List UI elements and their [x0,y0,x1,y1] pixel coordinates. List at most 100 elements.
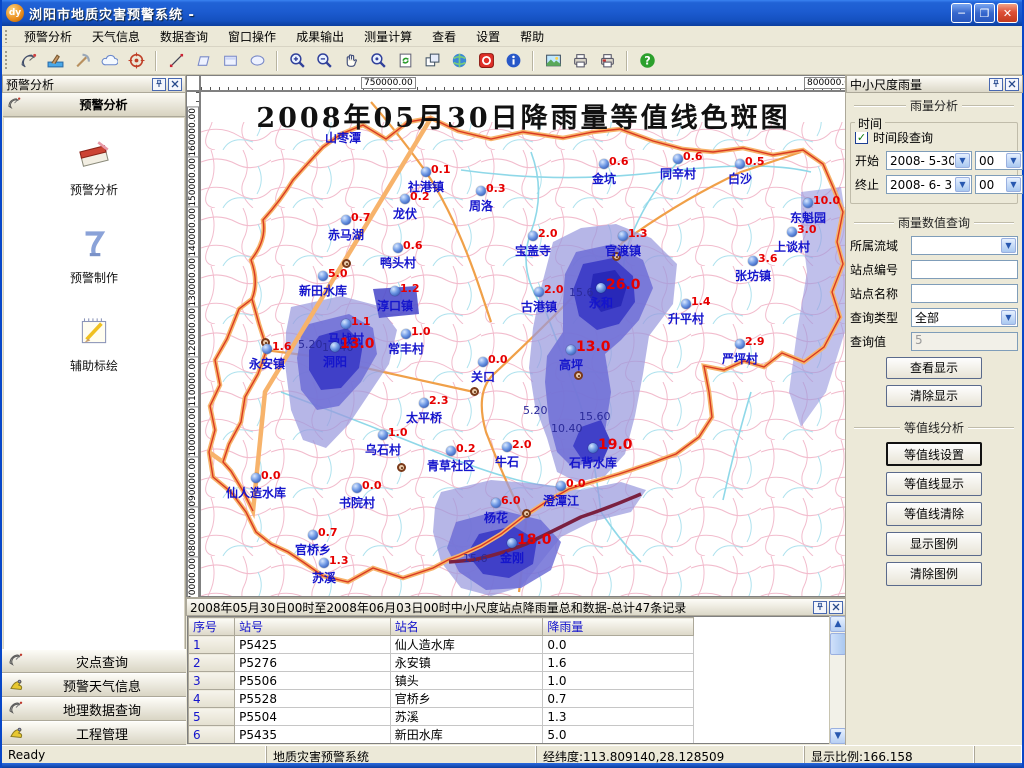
chevron-down-icon[interactable]: ▼ [1001,238,1016,253]
start-date-picker[interactable]: 2008- 5-30 ▼ [886,151,972,170]
cascade-icon[interactable] [420,49,444,73]
table-row[interactable]: 6P5435新田水库5.0 [189,726,694,744]
scroll-thumb[interactable] [830,633,846,655]
zoom-window-icon[interactable] [366,49,390,73]
help-icon[interactable]: ? [635,49,659,73]
resize-grip[interactable] [975,746,1022,763]
pick-icon[interactable] [70,49,94,73]
start-hour-select[interactable]: 00 ▼ [975,151,1023,170]
menu-item-成果输出[interactable]: 成果输出 [286,26,354,47]
sidebar-bar-label: 工程管理 [24,724,180,743]
polygon-tool-icon[interactable] [191,49,215,73]
button-等值线显示[interactable]: 等值线显示 [886,472,982,496]
close-button[interactable]: ✕ [997,3,1018,23]
restore-button[interactable]: ❐ [974,3,995,23]
table-row[interactable]: 4P5528官桥乡0.7 [189,690,694,708]
info-icon[interactable] [501,49,525,73]
globe-icon[interactable] [447,49,471,73]
left-panel-header[interactable]: 预警分析 [3,93,185,117]
chevron-down-icon[interactable]: ▼ [1006,177,1021,192]
站点编号-input[interactable] [911,260,1018,279]
menu-item-查看[interactable]: 查看 [422,26,466,47]
pan-hand-icon[interactable] [339,49,363,73]
map-canvas[interactable]: 2008年05月30日降雨量等值线色斑图 5.2010.4015.65.2015… [200,91,847,597]
站点名称-input[interactable] [911,284,1018,303]
minimize-button[interactable]: ─ [951,3,972,23]
table-row[interactable]: 3P5506镇头1.0 [189,672,694,690]
button-等值线设置[interactable]: 等值线设置 [886,442,982,466]
menu-item-设置[interactable]: 设置 [466,26,510,47]
column-header-站号[interactable]: 站号 [235,618,391,636]
menu-item-天气信息[interactable]: 天气信息 [82,26,150,47]
menu-item-窗口操作[interactable]: 窗口操作 [218,26,286,47]
menu-item-预警分析[interactable]: 预警分析 [14,26,82,47]
time-range-checkbox[interactable]: ✓ [855,131,868,144]
sidebar-bar-工程管理[interactable]: 工程管理 [2,721,186,745]
water-tool-icon[interactable] [43,49,67,73]
zoom-out-icon[interactable] [312,49,336,73]
zoom-in-icon[interactable] [285,49,309,73]
column-header-序号[interactable]: 序号 [189,618,235,636]
cloud-icon[interactable] [97,49,121,73]
chevron-down-icon[interactable]: ▼ [955,153,970,168]
scroll-up-icon[interactable]: ▲ [830,616,846,632]
menu-grip[interactable] [4,29,9,43]
sidebar-bar-地理数据查询[interactable]: 地理数据查询 [2,697,186,721]
table-row[interactable]: 2P5276永安镇1.6 [189,654,694,672]
station-name-label: 仙人造水库 [211,484,301,501]
sidebar-item-label: 预警制作 [70,269,118,286]
scroll-down-icon[interactable]: ▼ [830,728,846,744]
station-rainfall-value: 3.6 [758,252,778,265]
line-tool-icon[interactable] [164,49,188,73]
button-清除显示[interactable]: 清除显示 [886,385,982,407]
pin-icon[interactable] [152,78,166,91]
button-清除图例[interactable]: 清除图例 [886,562,982,586]
sidebar-item-预警分析[interactable]: 预警分析 [70,136,118,198]
chevron-down-icon[interactable]: ▼ [1001,310,1016,325]
field-label: 站点编号 [850,261,908,278]
title-bar[interactable]: dy 浏阳市地质灾害预警系统 - ─ ❐ ✕ [2,0,1022,26]
button-等值线清除[interactable]: 等值线清除 [886,502,982,526]
sidebar-bar-预警天气信息[interactable]: 预警天气信息 [2,673,186,697]
toolbar: ? [2,47,1022,75]
chevron-down-icon[interactable]: ▼ [955,177,970,192]
dish-icon[interactable] [16,49,40,73]
column-header-站名[interactable]: 站名 [390,618,543,636]
rect-tool-icon[interactable] [218,49,242,73]
sidebar-item-辅助标绘[interactable]: 辅助标绘 [70,312,118,374]
menu-item-数据查询[interactable]: 数据查询 [150,26,218,47]
button-查看显示[interactable]: 查看显示 [886,357,982,379]
table-row[interactable]: 1P5425仙人造水库0.0 [189,636,694,654]
column-header-降雨量[interactable]: 降雨量 [543,618,694,636]
stop-icon[interactable] [474,49,498,73]
sidebar-item-预警制作[interactable]: 预警制作 [70,224,118,286]
menu-item-测量计算[interactable]: 测量计算 [354,26,422,47]
menu-item-帮助[interactable]: 帮助 [510,26,554,47]
table-row[interactable]: 5P5504苏溪1.3 [189,708,694,726]
chevron-down-icon[interactable]: ▼ [1006,153,1021,168]
station-rainfall-value: 0.7 [318,526,338,539]
所属流域-select[interactable]: ▼ [911,236,1018,255]
pin-icon[interactable] [989,78,1003,91]
close-icon[interactable] [829,601,843,614]
section-rain-analysis: 雨量分析 [850,97,1018,114]
close-icon[interactable] [168,78,182,91]
close-icon[interactable] [1005,78,1019,91]
table-row[interactable]: 7P5310洞阳13.0 [189,744,694,745]
end-date-picker[interactable]: 2008- 6- 3 ▼ [886,175,972,194]
rainfall-table[interactable]: 序号站号站名降雨量 1P5425仙人造水库0.02P5276永安镇1.63P55… [187,616,846,744]
end-hour-select[interactable]: 00 ▼ [975,175,1023,194]
image-icon[interactable] [541,49,565,73]
refresh-icon[interactable] [393,49,417,73]
print-map-icon[interactable] [595,49,619,73]
ellipse-tool-icon[interactable] [245,49,269,73]
button-显示图例[interactable]: 显示图例 [886,532,982,556]
toolbar-grip[interactable] [4,50,9,71]
station-dot-icon [401,329,411,339]
print-icon[interactable] [568,49,592,73]
sidebar-bar-灾点查询[interactable]: 灾点查询 [2,649,186,673]
table-scrollbar[interactable]: ▲ ▼ [829,616,846,744]
target-icon[interactable] [124,49,148,73]
pin-icon[interactable] [813,601,827,614]
查询类型-select[interactable]: 全部▼ [911,308,1018,327]
